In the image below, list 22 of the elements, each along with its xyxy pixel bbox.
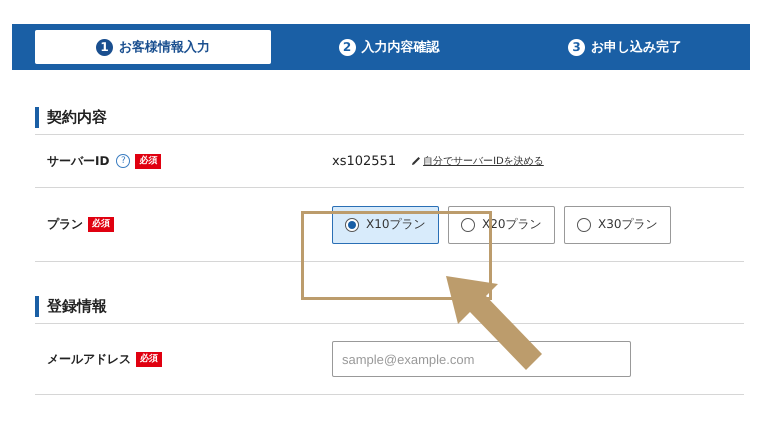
section-heading: 契約内容 bbox=[47, 108, 107, 127]
required-badge: 必須 bbox=[135, 154, 162, 168]
heading-marker bbox=[35, 107, 39, 128]
help-icon[interactable]: ? bbox=[116, 154, 130, 168]
required-badge: 必須 bbox=[88, 217, 114, 232]
server-id-value: xs102551 bbox=[332, 154, 396, 168]
radio-button[interactable] bbox=[345, 218, 359, 232]
field-label: プラン bbox=[47, 216, 83, 233]
required-badge: 必須 bbox=[136, 352, 162, 366]
plan-option[interactable]: X30プラン bbox=[564, 206, 671, 244]
section-heading: 登録情報 bbox=[47, 297, 107, 316]
option-label: X30プラン bbox=[598, 216, 658, 233]
radio-button[interactable] bbox=[577, 218, 591, 232]
email-field[interactable]: sample@example.com bbox=[332, 341, 631, 377]
edit-link[interactable]: 自分でサーバーIDを決める bbox=[411, 154, 544, 168]
field-label: サーバーID bbox=[47, 152, 110, 170]
radio-button[interactable] bbox=[461, 218, 475, 232]
pencil-icon bbox=[411, 156, 422, 166]
option-label: X10プラン bbox=[366, 216, 426, 233]
plan-option[interactable]: X10プラン bbox=[332, 206, 439, 244]
field-label: メールアドレス bbox=[47, 350, 131, 368]
heading-marker bbox=[35, 296, 39, 317]
